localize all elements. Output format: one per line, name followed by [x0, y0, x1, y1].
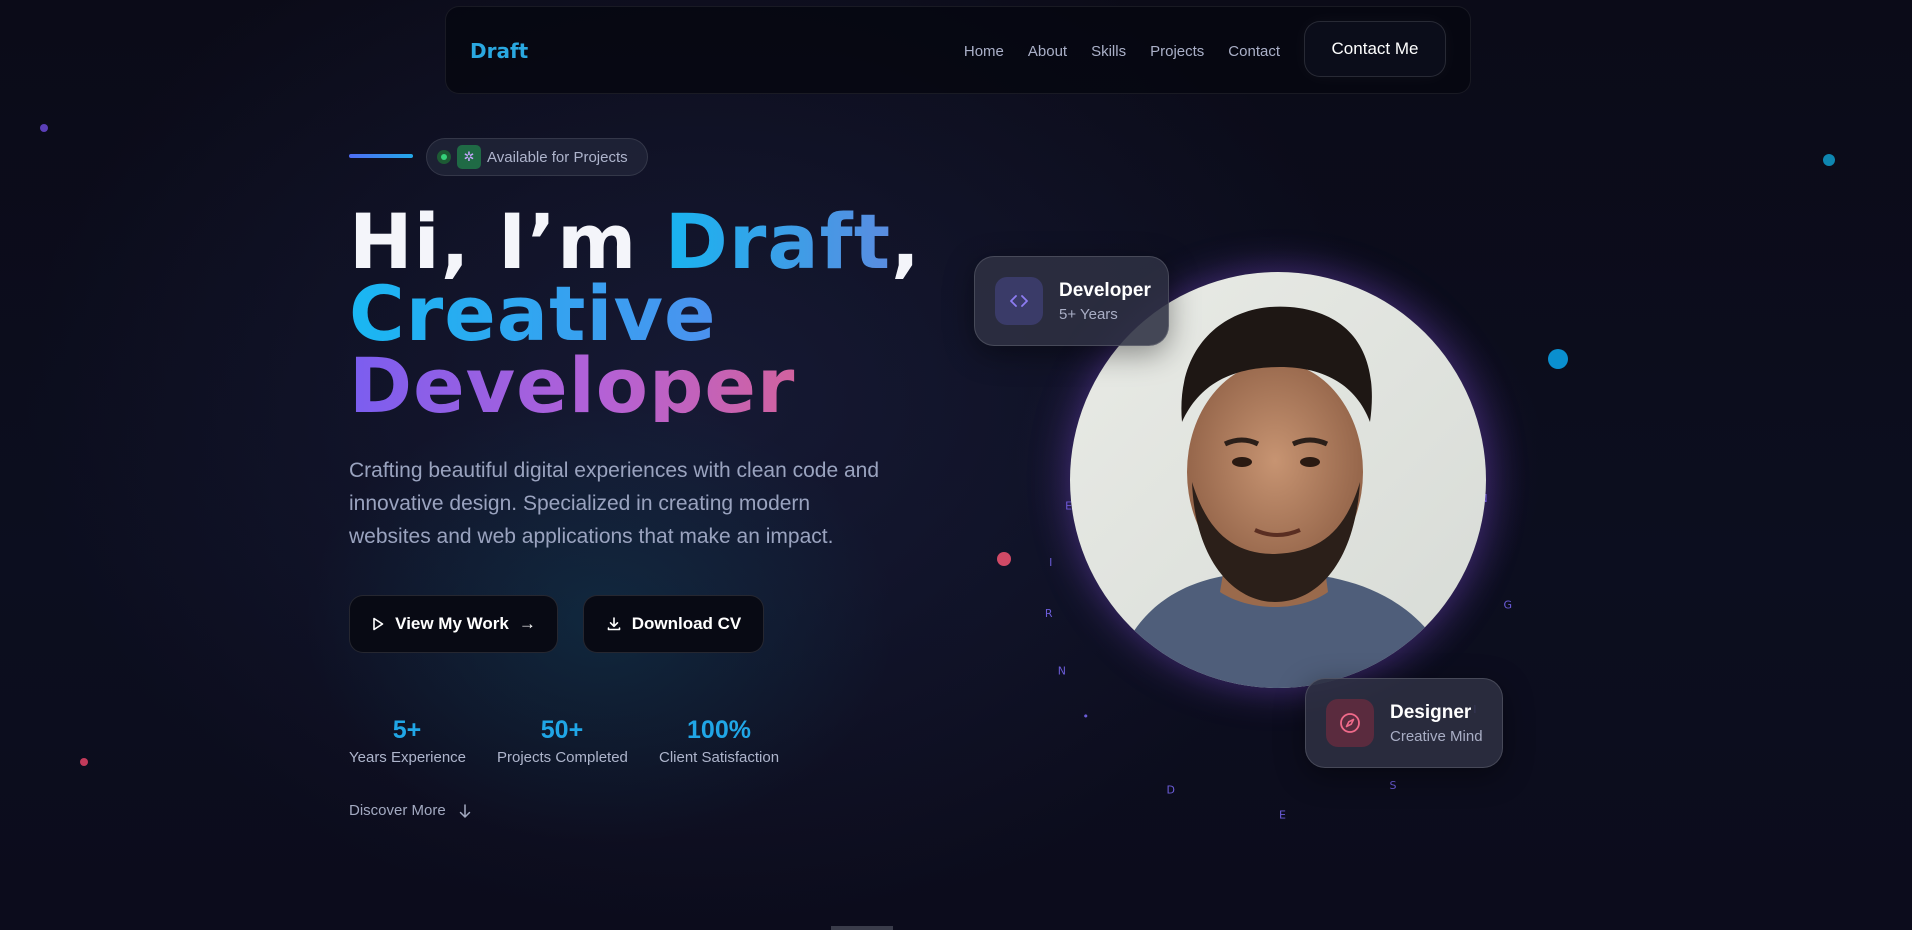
designer-card-subtitle: Creative Mind	[1390, 727, 1483, 745]
designer-card: Designer Creative Mind	[1305, 678, 1503, 768]
ring-letter: G	[1504, 599, 1513, 612]
ring-letter: R	[1045, 607, 1053, 620]
developer-card-text: Developer 5+ Years	[1059, 280, 1151, 323]
code-icon	[995, 277, 1043, 325]
ring-letter: •	[1083, 710, 1090, 723]
ring-letter: I	[1049, 556, 1052, 569]
designer-card-title: Designer	[1390, 701, 1472, 723]
page: Draft Home About Skills Projects Contact…	[0, 0, 1912, 930]
developer-card: Developer 5+ Years	[974, 256, 1169, 346]
ring-letter: S	[1390, 779, 1397, 792]
compass-icon	[1326, 699, 1374, 747]
ring-letter: E	[1279, 809, 1286, 822]
ring-letter: D	[1167, 783, 1175, 796]
designer-card-text: Designer Creative Mind	[1390, 702, 1483, 745]
ring-letter: N	[1058, 665, 1066, 678]
scroll-indicator	[831, 926, 893, 930]
developer-card-subtitle: 5+ Years	[1059, 305, 1118, 323]
developer-card-title: Developer	[1059, 279, 1151, 301]
rotating-ring-text: NI•REENGISED•REPOLE	[1045, 373, 1513, 822]
